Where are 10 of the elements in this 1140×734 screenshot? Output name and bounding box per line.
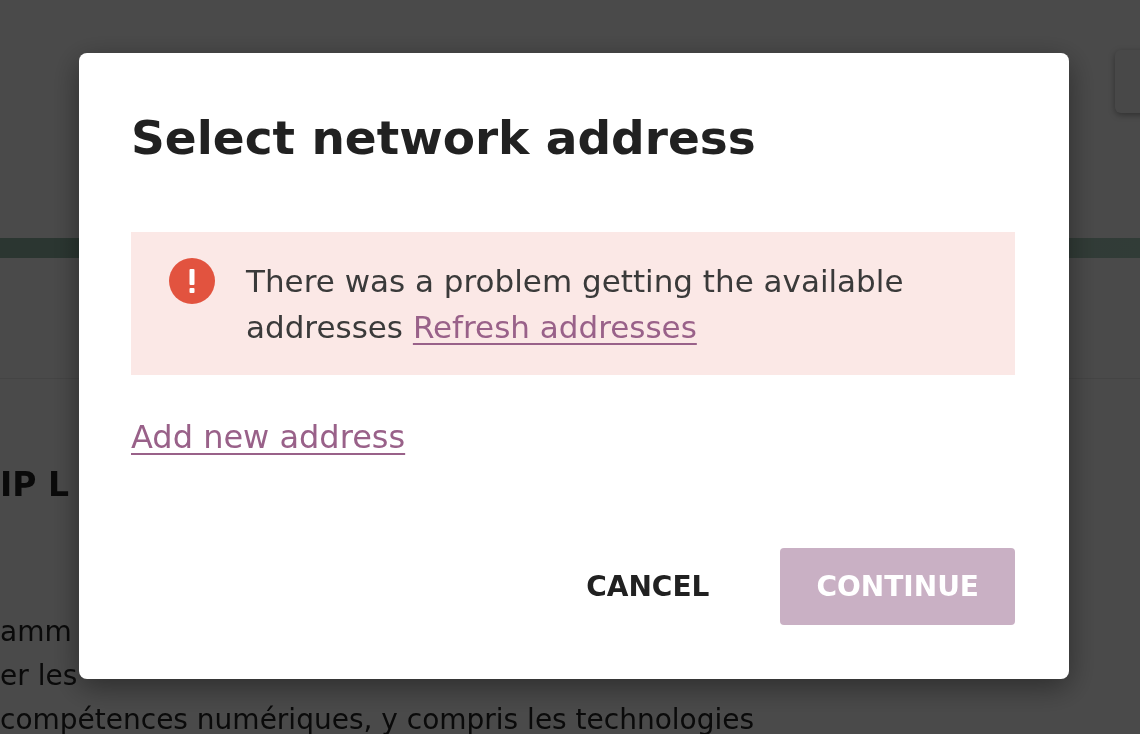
refresh-link[interactable]: Refresh addresses (412, 309, 697, 345)
dialog-title: Select network address (131, 109, 757, 167)
section-heading: IP L (0, 465, 69, 504)
exclamation-icon (169, 258, 215, 304)
body-text-line: compétences numériques, y compris les technologies (0, 703, 755, 734)
body-text-line: amm (0, 615, 72, 648)
cancel-button[interactable]: CANCEL (550, 548, 746, 625)
body-text-line: er les (0, 659, 78, 692)
add-address-link[interactable]: Add new address (131, 418, 406, 456)
alert-message: There was a problem getting the available addresses Refresh addresses (246, 262, 905, 347)
